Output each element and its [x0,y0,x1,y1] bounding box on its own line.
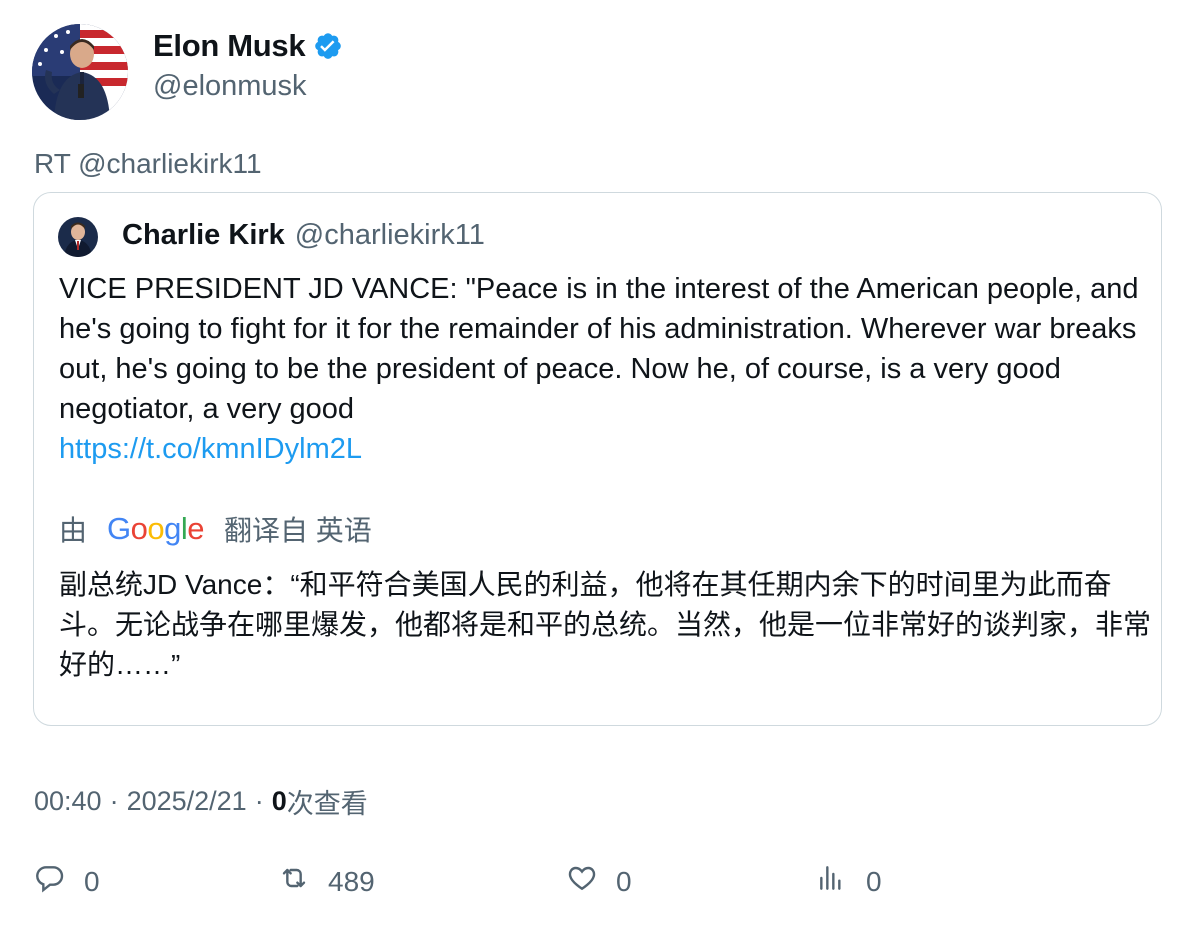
tweet: Elon Musk @elonmusk RT @charliekirk11 Ch… [0,0,1196,930]
quoted-author-avatar[interactable] [58,217,98,257]
reply-button[interactable]: 0 [34,862,100,901]
reply-icon [34,862,84,901]
quoted-tweet-body: VICE PRESIDENT JD VANCE: "Peace is in th… [59,273,1139,425]
like-count: 0 [616,865,632,897]
meta-separator-2: · [254,786,264,816]
tweet-meta: 00:40 · 2025/2/21 · 0 次查看 [34,782,368,821]
author-name-row: Elon Musk [153,26,343,66]
author-block: Elon Musk @elonmusk [153,26,343,103]
quoted-author-handle[interactable]: @charliekirk11 [295,219,485,252]
author-handle[interactable]: @elonmusk [153,70,343,103]
tweet-date[interactable]: 2025/2/21 [127,786,247,817]
action-bar: 0 489 0 0 [0,862,1196,912]
reply-count: 0 [84,865,100,897]
verified-badge-icon [313,31,343,61]
quoted-tweet-link[interactable]: https://t.co/kmnIDylm2L [59,433,362,465]
like-button[interactable]: 0 [566,862,632,901]
quoted-author-name[interactable]: Charlie Kirk [122,219,285,252]
views-label: 次查看 [286,789,368,819]
quoted-tweet-card[interactable]: Charlie Kirk @charliekirk11 VICE PRESIDE… [33,192,1162,726]
quoted-tweet-text: VICE PRESIDENT JD VANCE: "Peace is in th… [59,269,1149,469]
views-chart-icon [816,862,866,901]
heart-icon [566,862,616,901]
retweet-count: 489 [328,865,375,897]
author-name[interactable]: Elon Musk [153,28,306,64]
translated-text: 副总统JD Vance：“和平符合美国人民的利益，他将在其任期内余下的时间里为此… [59,569,1152,680]
views-action-count: 0 [866,865,882,897]
views-button[interactable]: 0 [816,862,882,901]
translate-by-label: 由 [59,515,88,546]
author-avatar[interactable] [32,24,128,120]
retweet-icon [278,862,328,901]
views-count: 0 [271,786,287,816]
retweet-button[interactable]: 489 [278,862,375,901]
quoted-header: Charlie Kirk @charliekirk11 [122,219,485,252]
retweet-text: RT @charliekirk11 [34,148,262,179]
meta-separator-1: · [109,786,119,816]
tweet-time[interactable]: 00:40 [34,786,102,817]
translate-from-label: 翻译自 英语 [224,515,372,546]
google-logo: Google [107,511,205,546]
translation-attribution: 由 Google 翻译自 英语 [59,509,372,549]
